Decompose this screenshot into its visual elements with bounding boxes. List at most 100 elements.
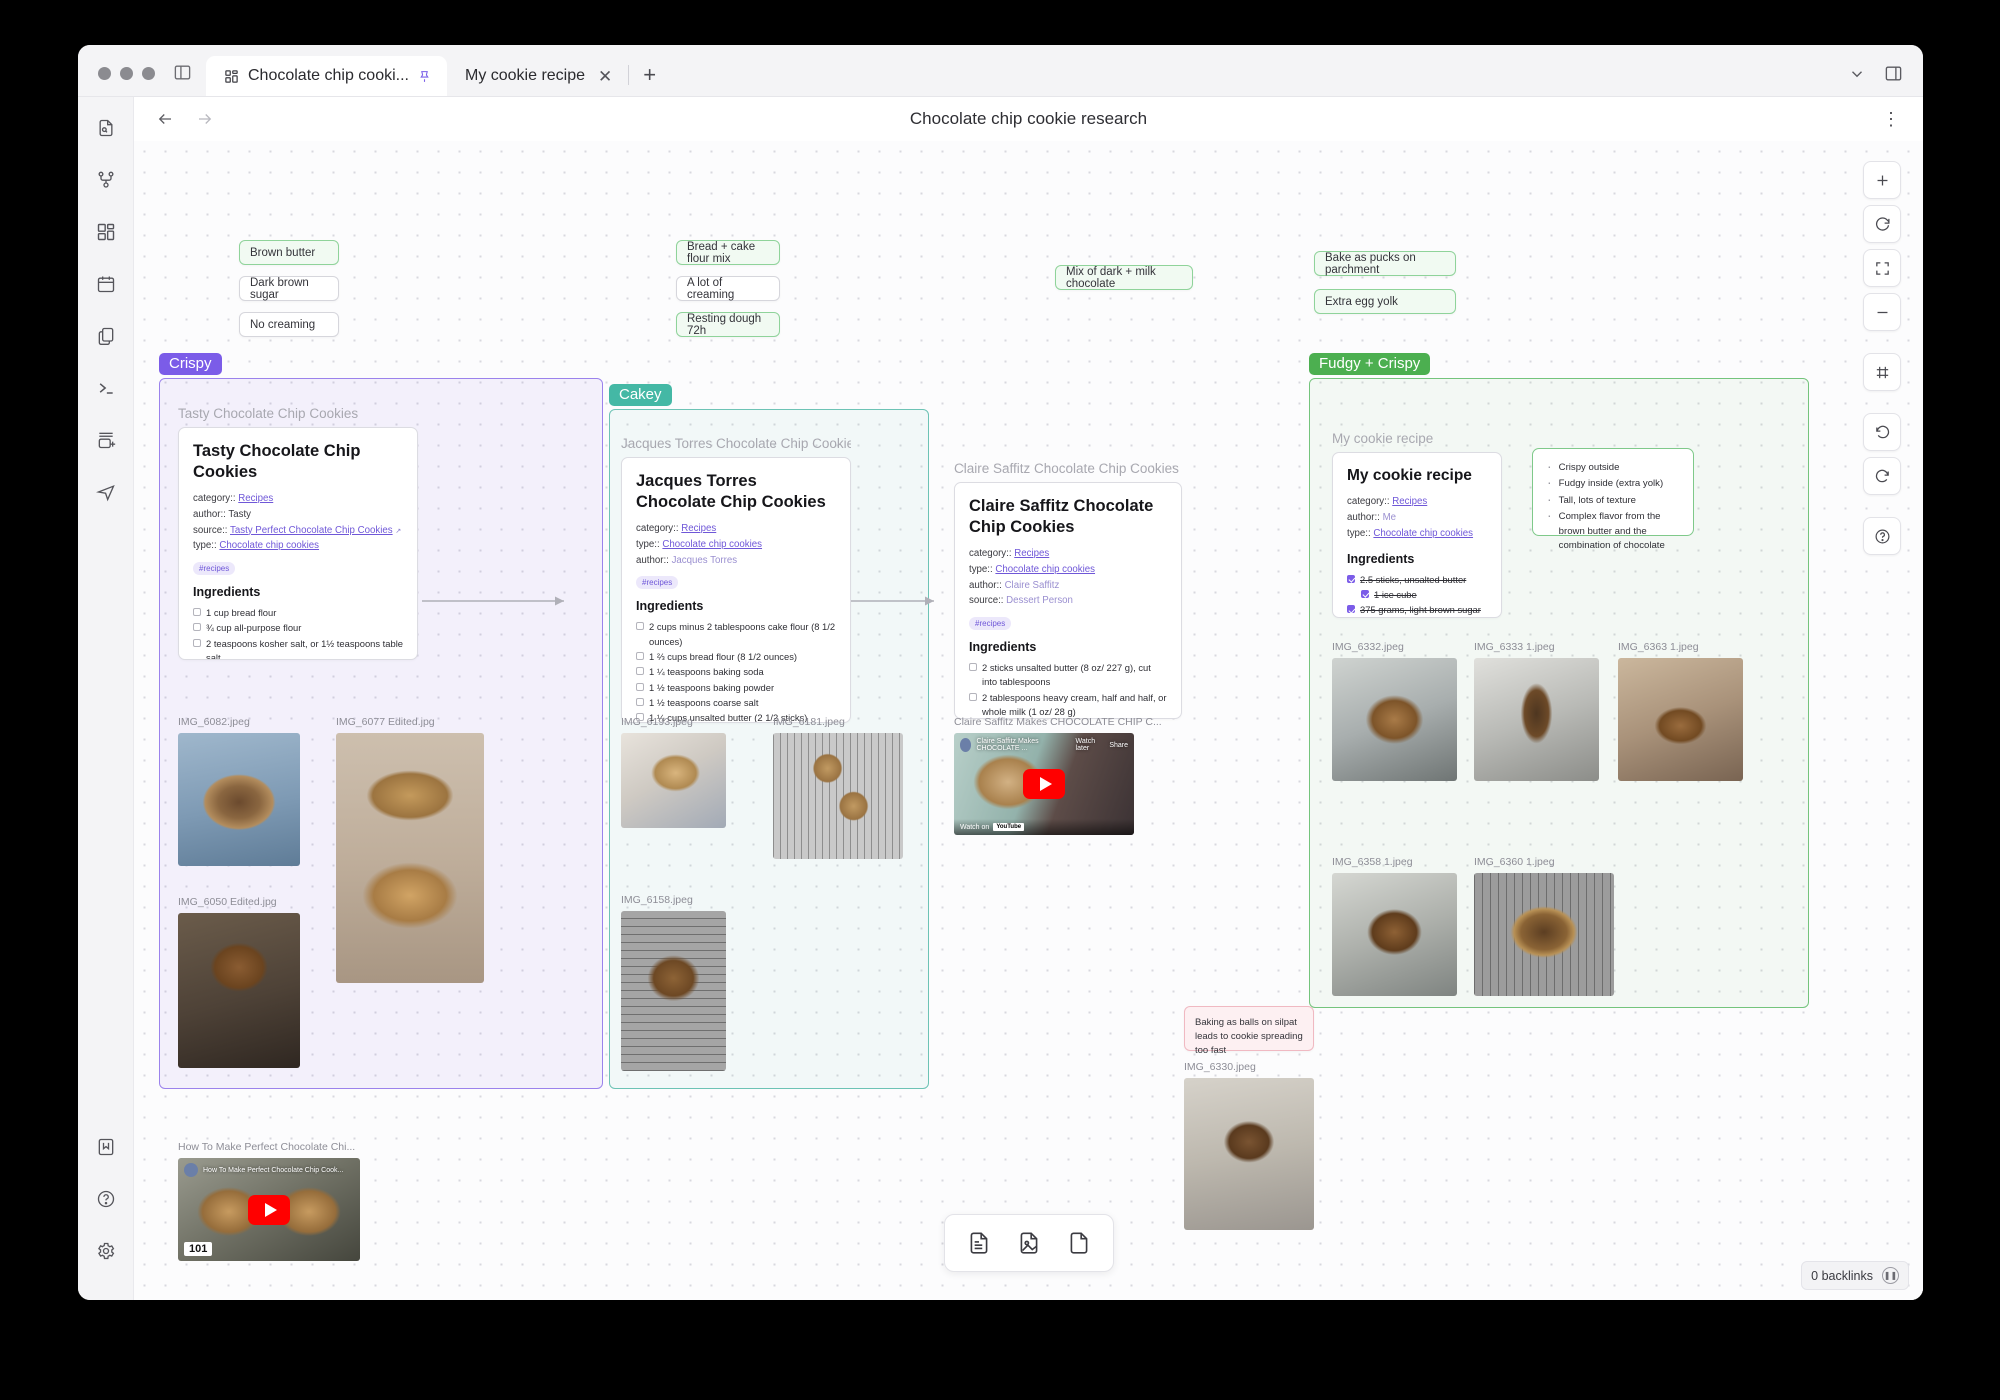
meta-link[interactable]: Chocolate chip cookies	[219, 540, 319, 551]
checkbox[interactable]	[636, 697, 644, 706]
window-controls[interactable]	[78, 67, 169, 96]
list-item[interactable]: 2 teaspoons kosher salt, or 1½ teaspoons…	[193, 637, 403, 659]
list-item[interactable]: 1 ½ teaspoons coarse salt	[636, 696, 836, 710]
canvas-grid-icon[interactable]	[89, 215, 123, 249]
tag-badge[interactable]: #recipes	[969, 617, 1012, 631]
sticky-note[interactable]: Resting dough 72h	[676, 312, 780, 337]
copy-files-icon[interactable]	[89, 319, 123, 353]
sticky-note[interactable]: Extra egg yolk	[1314, 289, 1456, 314]
sticky-note[interactable]: Brown butter	[239, 240, 339, 265]
add-file-card-button[interactable]	[1057, 1223, 1101, 1263]
youtube-thumbnail[interactable]: Claire Saffitz Makes CHOCOLATE ... Watch…	[954, 733, 1134, 835]
meta-link[interactable]: Recipes	[1392, 496, 1427, 507]
sticky-note[interactable]: Bread + cake flour mix	[676, 240, 780, 265]
zoom-in-button[interactable]	[1863, 161, 1901, 199]
close-window-button[interactable]	[98, 67, 111, 80]
new-tab-button[interactable]: +	[629, 62, 670, 96]
toggle-left-sidebar-button[interactable]	[169, 63, 206, 96]
add-media-card-button[interactable]	[1007, 1223, 1051, 1263]
meta-link[interactable]: Chocolate chip cookies	[662, 539, 762, 550]
sticky-note[interactable]: Mix of dark + milk chocolate	[1055, 265, 1193, 290]
media-img-6082[interactable]: IMG_6082.jpeg	[178, 716, 300, 866]
canvas-surface[interactable]: Brown butter Dark brown sugar No creamin…	[134, 141, 1923, 1300]
list-item[interactable]: 1 ice cube	[1347, 588, 1487, 602]
video-how-to-make-perfect-cookies[interactable]: How To Make Perfect Chocolate Chi... How…	[178, 1141, 360, 1261]
more-options-button[interactable]: ⋮	[1882, 109, 1901, 130]
redo-button[interactable]	[1863, 457, 1901, 495]
meta-link[interactable]: Recipes	[1014, 548, 1049, 559]
list-item[interactable]: ¾ cup all-purpose flour	[193, 621, 403, 635]
send-icon[interactable]	[89, 475, 123, 509]
checkbox[interactable]	[636, 667, 644, 676]
add-note-card-button[interactable]	[957, 1223, 1001, 1263]
meta-link[interactable]: Tasty Perfect Chocolate Chip Cookies	[230, 525, 393, 536]
sticky-note-warning[interactable]: Baking as balls on silpat leads to cooki…	[1184, 1006, 1314, 1056]
card-my-cookie-recipe[interactable]: My cookie recipe My cookie recipe catego…	[1332, 431, 1502, 618]
youtube-thumbnail[interactable]: How To Make Perfect Chocolate Chip Cook.…	[178, 1158, 360, 1261]
share-label[interactable]: Share	[1109, 742, 1128, 749]
checkbox[interactable]	[636, 652, 644, 660]
maximize-window-button[interactable]	[142, 67, 155, 80]
checkbox[interactable]	[193, 638, 201, 647]
sticky-note[interactable]: Bake as pucks on parchment	[1314, 251, 1456, 276]
media-img-6332[interactable]: IMG_6332.jpeg	[1332, 641, 1457, 781]
sticky-note[interactable]: No creaming	[239, 312, 339, 337]
meta-link[interactable]: Chocolate chip cookies	[995, 564, 1095, 575]
outcome-notes-card[interactable]: Crispy outside Fudgy inside (extra yolk)…	[1532, 448, 1694, 551]
file-search-icon[interactable]	[89, 111, 123, 145]
close-tab-icon[interactable]: ✕	[594, 68, 612, 85]
media-img-6330[interactable]: IMG_6330.jpeg	[1184, 1061, 1314, 1230]
play-button-icon[interactable]	[1023, 769, 1065, 799]
pin-icon[interactable]	[418, 70, 431, 83]
card-jacques-torres-chocolate-chip-cookies[interactable]: Jacques Torres Chocolate Chip Cookies Ja…	[621, 436, 851, 723]
list-item[interactable]: 375 grams, light brown sugar	[1347, 603, 1487, 617]
list-item[interactable]: 1 ⅔ cups bread flour (8 1/2 ounces)	[636, 650, 836, 664]
settings-icon[interactable]	[89, 1234, 123, 1268]
backlinks-status[interactable]: 0 backlinks ❚❚	[1801, 1261, 1909, 1290]
list-item[interactable]: 2.5 sticks, unsalted butter	[1347, 573, 1487, 587]
frame-button[interactable]	[1863, 353, 1901, 391]
minimize-window-button[interactable]	[120, 67, 133, 80]
card-claire-saffitz-chocolate-chip-cookies[interactable]: Claire Saffitz Chocolate Chip Cookies Cl…	[954, 461, 1182, 719]
checkbox[interactable]	[193, 608, 201, 617]
tag-badge[interactable]: #recipes	[193, 562, 236, 576]
help-icon[interactable]	[89, 1182, 123, 1216]
calendar-icon[interactable]	[89, 267, 123, 301]
reset-zoom-button[interactable]	[1863, 205, 1901, 243]
help-button[interactable]	[1863, 517, 1901, 555]
list-item[interactable]: 1 ¼ teaspoons baking soda	[636, 665, 836, 679]
media-img-6158[interactable]: IMG_6158.jpeg	[621, 894, 726, 1071]
sticky-note[interactable]: Dark brown sugar	[239, 276, 339, 301]
list-item[interactable]: 1 ½ teaspoons baking powder	[636, 681, 836, 695]
list-item[interactable]: 1 cup bread flour	[193, 606, 403, 620]
list-item[interactable]: 2 cups minus 2 tablespoons cake flour (8…	[636, 620, 836, 649]
tab-my-cookie-recipe[interactable]: My cookie recipe ✕	[447, 56, 628, 96]
terminal-icon[interactable]	[89, 371, 123, 405]
media-img-6181[interactable]: IMG_6181.jpeg	[773, 716, 903, 859]
new-note-icon[interactable]	[89, 423, 123, 457]
graph-icon[interactable]	[89, 163, 123, 197]
meta-link[interactable]: Recipes	[238, 493, 273, 504]
play-button-icon[interactable]	[248, 1194, 290, 1225]
checkbox[interactable]	[1347, 605, 1355, 614]
forward-button[interactable]	[196, 110, 214, 128]
media-img-6077-edited[interactable]: IMG_6077 Edited.jpg	[336, 716, 484, 983]
tab-chocolate-chip-cookie-research[interactable]: Chocolate chip cooki...	[206, 56, 447, 96]
media-img-6360-1[interactable]: IMG_6360 1.jpeg	[1474, 856, 1614, 996]
checkbox[interactable]	[1347, 574, 1355, 583]
chevron-down-icon[interactable]	[1848, 65, 1866, 83]
back-button[interactable]	[156, 110, 174, 128]
toggle-right-sidebar-button[interactable]	[1884, 64, 1903, 83]
bookmark-icon[interactable]	[89, 1130, 123, 1164]
zoom-out-button[interactable]	[1863, 293, 1901, 331]
checkbox[interactable]	[969, 663, 977, 672]
card-tasty-chocolate-chip-cookies[interactable]: Tasty Chocolate Chip Cookies Tasty Choco…	[178, 406, 418, 660]
watch-later-label[interactable]: Watch later	[1076, 738, 1105, 752]
video-claire-saffitz[interactable]: Claire Saffitz Makes CHOCOLATE CHIP C...…	[954, 716, 1162, 835]
checkbox[interactable]	[969, 692, 977, 701]
list-item[interactable]: 2 sticks unsalted butter (8 oz/ 227 g), …	[969, 661, 1167, 690]
media-img-6193[interactable]: IMG_6193.jpeg	[621, 716, 726, 828]
meta-link[interactable]: Chocolate chip cookies	[1373, 528, 1473, 539]
checkbox[interactable]	[636, 682, 644, 691]
meta-link[interactable]: Recipes	[681, 523, 716, 534]
